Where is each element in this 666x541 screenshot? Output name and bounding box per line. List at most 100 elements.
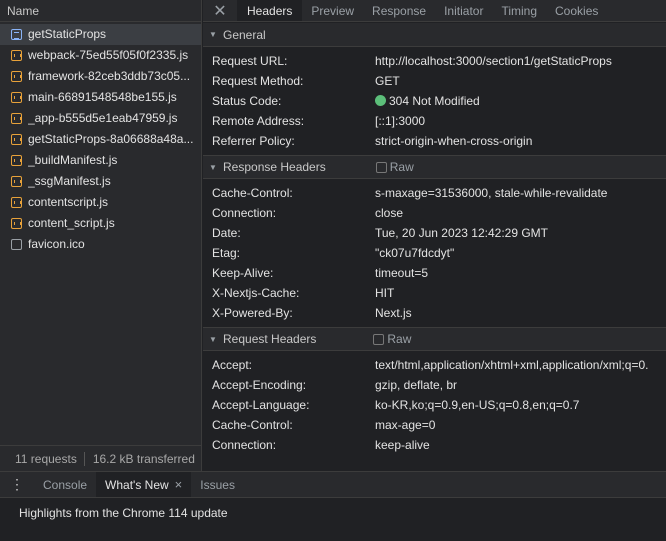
request-row[interactable]: main-66891548548be155.js — [0, 87, 201, 108]
name-column-header[interactable]: Name — [0, 0, 201, 22]
drawer-tab-whats-new[interactable]: What's New × — [96, 472, 192, 498]
request-row[interactable]: framework-82ceb3ddb73c05... — [0, 66, 201, 87]
header-value[interactable]: Next.js — [375, 306, 412, 320]
request-row[interactable]: getStaticProps — [0, 24, 201, 45]
header-row: Referrer Policy: strict-origin-when-cross… — [203, 131, 666, 151]
header-row: Keep-Alive: timeout=5 — [203, 263, 666, 283]
header-row: Request URL: http://localhost:3000/sectio… — [203, 51, 666, 71]
header-value-text: [::1]:3000 — [375, 114, 426, 128]
header-value-text: gzip, deflate, br — [375, 378, 458, 392]
request-row[interactable]: contentscript.js — [0, 192, 201, 213]
request-count: 11 requests — [15, 451, 77, 466]
request-list: getStaticProps webpack-75ed55f05f0f2335.j… — [0, 24, 201, 255]
whats-new-highlights[interactable]: Highlights from the Chrome 114 update — [0, 498, 666, 520]
headers-content[interactable]: ▼ General Request URL: http://localhost:3… — [203, 23, 666, 471]
header-row: Connection: keep-alive — [203, 435, 666, 455]
close-icon[interactable]: ✕ — [203, 0, 237, 21]
tab-timing[interactable]: Timing — [492, 0, 546, 21]
script-icon — [11, 113, 22, 124]
header-name: Accept-Encoding: — [212, 378, 307, 392]
request-name: _ssgManifest.js — [28, 174, 111, 188]
request-name: framework-82ceb3ddb73c05... — [28, 69, 191, 83]
request-headers-section-header[interactable]: ▼ Request Headers Raw — [203, 327, 666, 351]
request-headers-title: Request Headers — [223, 332, 317, 346]
header-value[interactable]: HIT — [375, 286, 394, 300]
header-value[interactable]: keep-alive — [375, 438, 430, 452]
response-headers-section-header[interactable]: ▼ Response Headers Raw — [203, 155, 666, 179]
header-name: X-Powered-By: — [212, 306, 293, 320]
raw-checkbox[interactable] — [373, 333, 385, 345]
header-name: Keep-Alive: — [212, 266, 274, 280]
header-value-text: ko-KR,ko;q=0.9,en-US;q=0.8,en;q=0.7 — [375, 398, 580, 412]
request-name: _app-b555d5e1eab47959.js — [28, 111, 178, 125]
document-icon — [11, 29, 22, 40]
header-row: Remote Address: [::1]:3000 — [203, 111, 666, 131]
tab-initiator[interactable]: Initiator — [435, 0, 492, 21]
drawer-tab-console[interactable]: Console — [34, 472, 96, 497]
header-row: Accept: text/html,application/xhtml+xml,a… — [203, 355, 666, 375]
request-row[interactable]: _ssgManifest.js — [0, 171, 201, 192]
script-icon — [11, 71, 22, 82]
tab-preview[interactable]: Preview — [302, 0, 363, 21]
request-name: getStaticProps — [28, 27, 107, 41]
header-name: X-Nextjs-Cache: — [212, 286, 300, 300]
raw-label: Raw — [387, 332, 412, 346]
header-value-text: keep-alive — [375, 438, 430, 452]
header-value[interactable]: timeout=5 — [375, 266, 428, 280]
header-row: Date: Tue, 20 Jun 2023 12:42:29 GMT — [203, 223, 666, 243]
close-tab-icon[interactable]: × — [175, 472, 183, 498]
header-row: Connection: close — [203, 203, 666, 223]
header-value-text: s-maxage=31536000, stale-while-revalidat… — [375, 186, 608, 200]
header-value[interactable]: text/html,application/xhtml+xml,applicat… — [375, 358, 648, 372]
raw-label: Raw — [389, 160, 414, 174]
request-name: _buildManifest.js — [28, 153, 118, 167]
header-value[interactable]: [::1]:3000 — [375, 114, 425, 128]
devtools-network-panel: Name getStaticProps webpack-75ed55f05f0f2… — [0, 0, 666, 541]
header-value[interactable]: 304 Not Modified — [375, 94, 480, 108]
header-value[interactable]: gzip, deflate, br — [375, 378, 457, 392]
general-section-header[interactable]: ▼ General — [203, 23, 666, 47]
request-row[interactable]: _app-b555d5e1eab47959.js — [0, 108, 201, 129]
drawer-tab-issues[interactable]: Issues — [191, 472, 244, 497]
details-tab-bar: ✕ Headers Preview Response Initiator Tim… — [203, 0, 666, 22]
request-row[interactable]: content_script.js — [0, 213, 201, 234]
request-row[interactable]: favicon.ico — [0, 234, 201, 255]
tab-cookies[interactable]: Cookies — [546, 0, 607, 21]
header-value-text: GET — [375, 74, 400, 88]
header-value[interactable]: GET — [375, 74, 400, 88]
script-icon — [11, 50, 22, 61]
raw-toggle[interactable]: Raw — [375, 160, 414, 174]
header-value-text: close — [375, 206, 404, 220]
more-options-icon[interactable]: ⋮ — [0, 472, 34, 497]
request-row[interactable]: _buildManifest.js — [0, 150, 201, 171]
network-summary-bar: 11 requests 16.2 kB transferred — [0, 445, 201, 471]
script-icon — [11, 197, 22, 208]
header-value[interactable]: max-age=0 — [375, 418, 435, 432]
header-value[interactable]: s-maxage=31536000, stale-while-revalidat… — [375, 186, 607, 200]
request-name: content_script.js — [28, 216, 115, 230]
header-value-text: timeout=5 — [375, 266, 429, 280]
script-icon — [11, 134, 22, 145]
tab-headers[interactable]: Headers — [237, 0, 303, 21]
image-icon — [11, 239, 22, 250]
header-value[interactable]: http://localhost:3000/section1/getStatic… — [375, 54, 612, 68]
general-section-title: General — [223, 27, 266, 42]
raw-toggle[interactable]: Raw — [373, 332, 411, 346]
request-row[interactable]: getStaticProps-8a06688a48a... — [0, 129, 201, 150]
header-value[interactable]: close — [375, 206, 403, 220]
status-dot-icon — [375, 95, 386, 106]
raw-checkbox[interactable] — [375, 161, 387, 173]
header-value[interactable]: "ck07u7fdcdyt" — [375, 246, 454, 260]
header-name: Accept-Language: — [212, 398, 310, 412]
request-name: getStaticProps-8a06688a48a... — [28, 132, 194, 146]
script-icon — [11, 92, 22, 103]
request-name: favicon.ico — [28, 237, 85, 251]
header-value[interactable]: Tue, 20 Jun 2023 12:42:29 GMT — [375, 226, 548, 240]
tab-response[interactable]: Response — [363, 0, 435, 21]
drawer-tab-bar: ⋮ Console What's New × Issues — [0, 472, 666, 498]
header-value[interactable]: strict-origin-when-cross-origin — [375, 134, 532, 148]
general-rows: Request URL: http://localhost:3000/sectio… — [203, 47, 666, 155]
header-value[interactable]: ko-KR,ko;q=0.9,en-US;q=0.8,en;q=0.7 — [375, 398, 579, 412]
request-row[interactable]: webpack-75ed55f05f0f2335.js — [0, 45, 201, 66]
header-row: X-Nextjs-Cache: HIT — [203, 283, 666, 303]
